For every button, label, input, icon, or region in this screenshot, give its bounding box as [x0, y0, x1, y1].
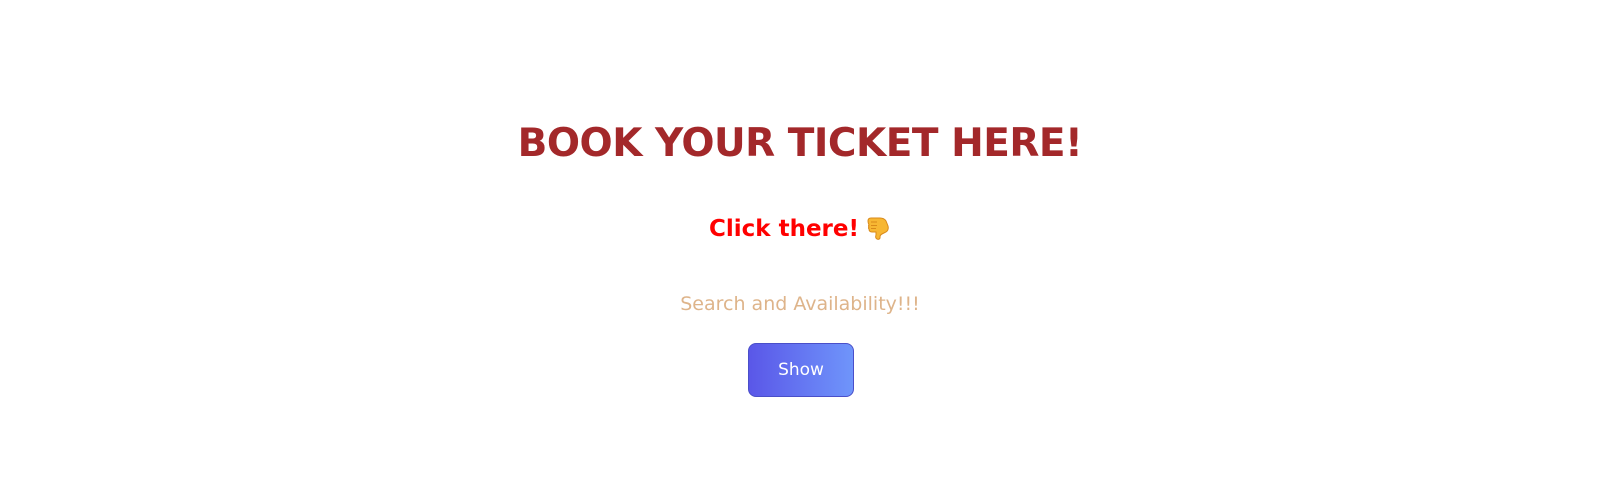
page-title: BOOK YOUR TICKET HERE! [517, 121, 1083, 166]
pointing-down-hand-icon [865, 214, 891, 240]
click-prompt-label: Click there! [709, 216, 859, 242]
search-caption: Search and Availability!!! [680, 293, 920, 315]
show-button[interactable]: Show [748, 343, 854, 397]
click-prompt: Click there! [0, 213, 1600, 245]
page: BOOK YOUR TICKET HERE! Click there! Sear… [0, 0, 1600, 499]
